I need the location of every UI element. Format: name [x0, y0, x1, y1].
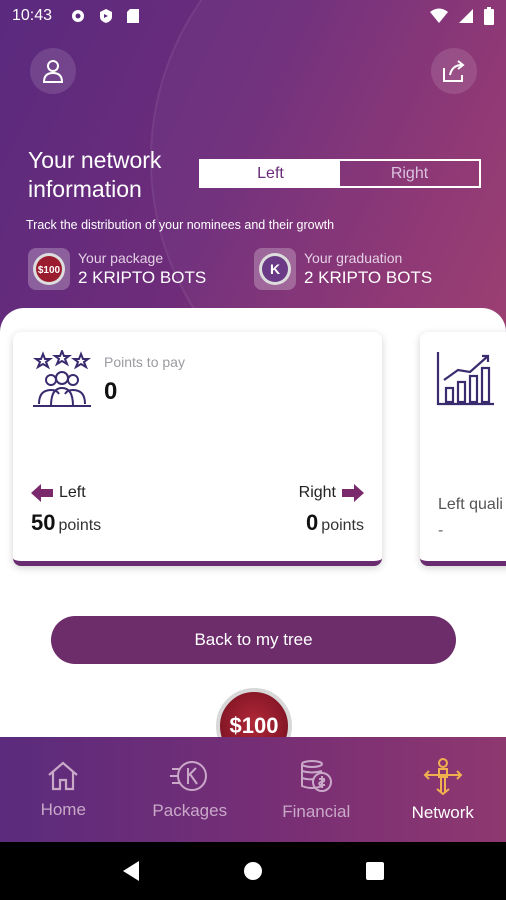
graduation-info: K Your graduation 2 KRIPTO BOTS — [254, 248, 432, 290]
right-points-unit: points — [321, 517, 364, 534]
left-qualification-value: - — [438, 522, 444, 539]
left-side-label: Left — [31, 484, 86, 502]
system-navigation-bar — [0, 842, 506, 900]
nav-packages-label: Packages — [152, 800, 228, 820]
nav-packages[interactable]: Packages — [127, 737, 254, 842]
left-points-value: 50 — [31, 510, 56, 535]
back-nav-icon[interactable] — [121, 860, 141, 882]
packages-icon — [169, 760, 207, 791]
network-icon — [423, 757, 463, 795]
status-time: 10:43 — [12, 7, 53, 24]
settings-status-icon — [72, 10, 85, 22]
page-title: Your network information — [28, 147, 162, 202]
package-label: Your package — [78, 250, 164, 266]
nav-network-label: Network — [411, 802, 474, 822]
package-info: $100 Your package 2 KRIPTO BOTS — [28, 248, 206, 290]
status-bar: 10:43 — [0, 0, 506, 32]
profile-button[interactable] — [30, 48, 76, 94]
growth-chart-icon — [436, 352, 494, 406]
points-to-pay-label: Points to pay — [104, 354, 185, 370]
graduation-label: Your graduation — [304, 250, 403, 266]
header-subtitle: Track the distribution of your nominees … — [26, 218, 335, 232]
points-to-pay-value: 0 — [104, 378, 118, 405]
arrow-left-icon — [31, 484, 53, 502]
right-label: Right — [298, 484, 336, 501]
nav-network[interactable]: Network — [380, 737, 506, 842]
tab-left[interactable]: Left — [201, 161, 340, 186]
graduation-badge: K — [254, 248, 296, 290]
dollar-coin-icon: $100 — [33, 253, 65, 285]
team-stars-icon — [33, 350, 91, 407]
signal-icon — [459, 9, 473, 23]
battery-icon — [484, 7, 494, 25]
graduation-value: 2 KRIPTO BOTS — [304, 268, 433, 287]
user-icon — [42, 60, 64, 83]
left-points-unit: points — [58, 517, 102, 534]
wifi-icon — [430, 8, 448, 23]
nav-home[interactable]: Home — [0, 737, 127, 842]
right-side-label: Right — [299, 484, 364, 502]
side-selector: Left Right — [199, 159, 481, 188]
left-qualification-label: Left quali — [438, 496, 503, 513]
package-value: 2 KRIPTO BOTS — [78, 268, 207, 287]
left-points: 50 points — [31, 510, 101, 536]
share-button[interactable] — [431, 48, 477, 94]
recents-nav-icon[interactable] — [365, 861, 385, 881]
kripto-coin-icon: K — [259, 253, 291, 285]
tab-right[interactable]: Right — [340, 161, 479, 186]
shield-status-icon — [100, 9, 113, 23]
bottom-navigation: Home Packages Financial Network — [0, 737, 506, 842]
left-label: Left — [59, 484, 86, 501]
home-nav-icon[interactable] — [242, 860, 264, 882]
nav-home-label: Home — [40, 799, 86, 819]
back-to-tree-button[interactable]: Back to my tree — [51, 616, 456, 664]
arrow-right-icon — [342, 484, 364, 502]
svg-text:K: K — [270, 261, 280, 277]
nav-financial-label: Financial — [282, 801, 351, 821]
svg-text:$100: $100 — [38, 265, 61, 276]
sdcard-status-icon — [127, 9, 140, 23]
package-badge: $100 — [28, 248, 70, 290]
home-icon — [48, 761, 78, 790]
right-points-value: 0 — [306, 510, 319, 535]
share-icon — [443, 60, 465, 82]
right-points: 0 points — [306, 510, 364, 536]
nav-financial[interactable]: Financial — [253, 737, 380, 842]
qualification-card[interactable]: Left quali - — [420, 332, 506, 566]
points-card[interactable]: Points to pay 0 Left Right 50 points 0 p… — [13, 332, 382, 566]
financial-icon — [301, 759, 333, 792]
